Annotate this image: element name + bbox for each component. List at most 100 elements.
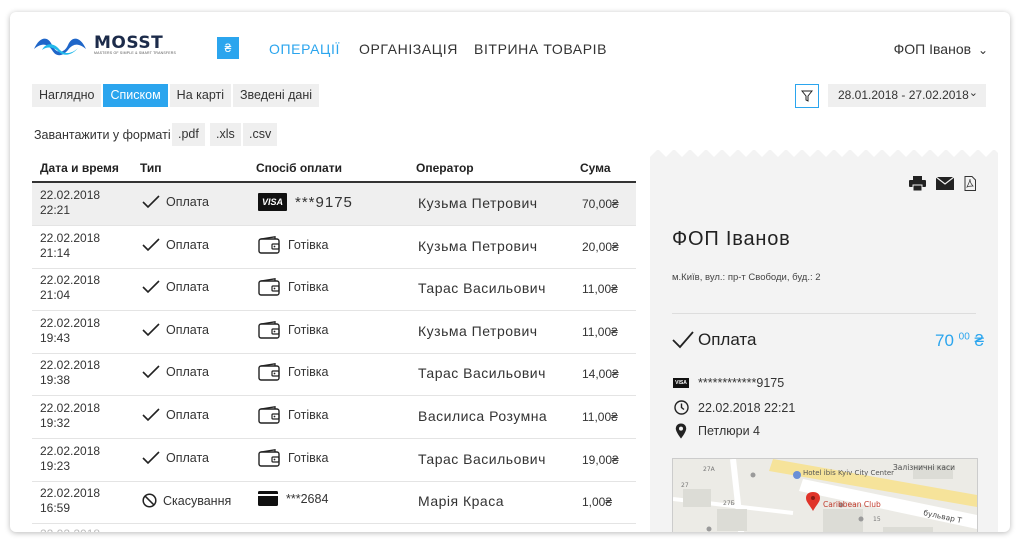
table-row[interactable]: 22.02.2018 19:43 Оплата Готівка Кузьма Петро… [32,311,636,354]
nav-showcase[interactable]: ВІТРИНА ТОВАРІВ [474,41,607,57]
details-datetime: 22.02.2018 22:21 [672,400,795,415]
row-date: 22.02.2018 [40,486,101,501]
row-type-text: Оплата [166,280,209,295]
row-time: 19:23 [40,458,71,473]
download-csv-button[interactable]: .csv [243,123,278,146]
date-range-picker[interactable]: 28.01.2018 - 27.02.2018 ⌄ [828,84,986,107]
brand-name: MOSST [94,33,164,53]
table-row[interactable]: 22.02.2018 19:38 Оплата Готівка Тарас Василь… [32,353,636,397]
row-type: Оплата [142,408,209,422]
col-datetime[interactable]: Дата и время [40,161,119,175]
row-time: 16:59 [40,501,71,516]
row-type-text: Скасування [163,493,232,508]
user-name: ФОП Іванов [893,41,972,57]
row-operator: Тарас Васильович [418,280,546,297]
check-icon [142,280,160,294]
row-type-text: Оплата [166,450,209,465]
row-operator: Кузьма Петрович [418,237,538,254]
row-datetime: 22.02.2018 19:23 [40,444,100,474]
map-house-2: 27 [681,482,689,489]
col-type[interactable]: Тип [140,161,162,175]
download-xls-button[interactable]: .xls [210,123,241,146]
check-icon [142,408,160,422]
mosst-logo-icon [34,38,86,56]
table-row[interactable]: 22.02.2018 21:14 Оплата Готівка Кузьма Петро… [32,226,636,269]
row-date: 22.02.2018 [40,443,101,458]
details-operator: Петлюри 4 [672,423,760,439]
nav-organization[interactable]: ОРГАНІЗАЦІЯ [359,41,458,57]
location-pin-icon [672,423,690,439]
row-type-text: Оплата [166,237,209,252]
row-date: 22.02.2018 [40,230,101,245]
row-payment: ***2684 [258,491,328,507]
download-label: Завантажити у форматі [34,128,171,142]
col-payment[interactable]: Спосіб оплати [256,161,342,175]
details-divider [672,313,976,314]
nav-operations[interactable]: ОПЕРАЦІЇ [269,41,340,57]
map-street-1: Залізничні каси [893,463,955,472]
details-status-text: Оплата [698,330,757,349]
pdf-icon[interactable] [964,176,976,191]
row-date: 22.02.2018 [40,358,101,373]
table-row[interactable]: 22.02.2018 21:04 Оплата Готівка Тарас Василь… [32,268,636,312]
brand-logo[interactable]: MOSST MASTERS OF SIMPLE & SMART TRANSFER… [32,34,176,56]
row-operator: Кузьма Петрович [418,195,538,211]
row-time: 21:04 [40,288,71,303]
tab-summary[interactable]: Зведені дані [233,84,320,107]
details-amount: 70 00 ₴ [935,331,984,351]
details-title: ФОП Іванов [672,228,791,250]
table-row[interactable]: 22.02.2018 19:32 Оплата Готівка Василиса Роз… [32,396,636,439]
wallet-icon [258,278,280,296]
card-icon [258,491,278,507]
table-row[interactable]: 22.02.2018 [32,522,636,532]
row-type: Оплата [142,238,209,252]
clock-icon [672,400,690,415]
row-payment: Готівка [258,448,328,467]
panel-gap [636,150,650,532]
details-datetime-text: 22.02.2018 22:21 [698,400,796,415]
col-sum[interactable]: Сума [580,161,611,175]
row-datetime: 22.02.2018 16:59 [40,486,100,516]
col-operator[interactable]: Оператор [416,161,474,175]
row-payment-text: Готівка [288,280,329,295]
check-icon [142,238,160,251]
row-sum: 20,00₴ [582,239,619,254]
row-sum: 70,00₴ [582,197,619,211]
mail-icon[interactable] [936,177,954,190]
table-row[interactable]: 22.02.2018 19:23 Оплата Готівка Тарас Василь… [32,439,636,482]
wallet-icon [258,235,280,254]
receipt-actions [899,176,976,191]
app-window: MOSST MASTERS OF SIMPLE & SMART TRANSFER… [10,12,1010,532]
table-row[interactable]: 22.02.2018 16:59 Скасування ***2684 Марія Кр… [32,481,636,525]
receipt-edge [650,149,998,157]
download-pdf-button[interactable]: .pdf [172,123,205,146]
row-sum: 11,00₴ [582,282,618,297]
row-sum: 14,00₴ [582,367,619,382]
user-menu[interactable]: ФОП Іванов ⌄ [894,41,988,57]
tab-map[interactable]: На карті [169,84,231,107]
check-icon [142,365,160,379]
row-operator: Тарас Васильович [418,450,546,467]
table-row[interactable]: 22.02.2018 22:21 Оплата VISA ***9175 Кузьма П… [32,183,636,226]
row-datetime: 22.02.2018 21:04 [40,273,100,303]
row-payment: Готівка [258,406,328,424]
filter-button[interactable] [795,84,819,108]
location-map[interactable]: Залізничні каси бульвар Т Hotel ibis Kyi… [672,458,978,532]
row-type: Оплата [142,365,209,379]
row-type: Скасування [142,493,231,508]
currency-badge[interactable]: ₴ [217,37,239,59]
check-icon [142,323,160,336]
row-payment: Готівка [258,363,329,382]
tab-visual[interactable]: Наглядно [32,84,102,107]
row-datetime: 22.02.2018 19:32 [40,401,100,431]
print-icon[interactable] [909,176,926,191]
row-payment-text: Готівка [288,322,329,337]
row-type-text: Оплата [166,408,209,422]
row-payment-text: ***9175 [295,193,353,211]
row-payment-text: Готівка [288,365,329,380]
amount-cents: 00 [958,331,970,343]
tab-list[interactable]: Списком [103,84,168,107]
row-sum: 11,00₴ [582,324,618,339]
amount-currency: ₴ [974,331,984,350]
wallet-icon [258,406,280,424]
